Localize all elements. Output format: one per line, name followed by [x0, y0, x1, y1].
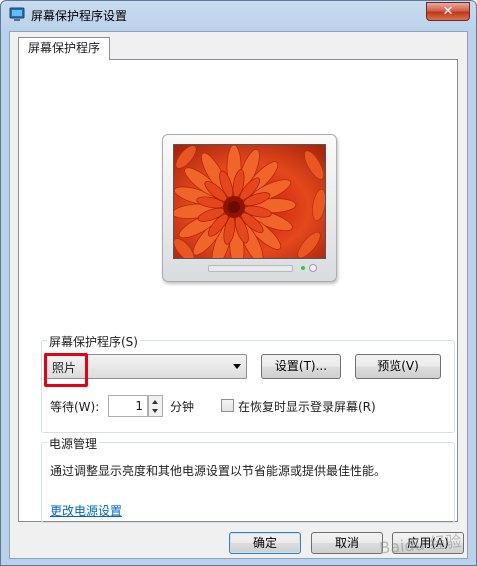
- wait-minutes-stepper[interactable]: [148, 395, 163, 417]
- wait-unit-label: 分钟: [170, 400, 195, 414]
- wait-label: 等待(W):: [50, 400, 100, 414]
- highlight-box: [44, 353, 88, 387]
- close-icon: ✕: [442, 4, 454, 19]
- wait-minutes-input[interactable]: 1: [108, 395, 148, 417]
- screensaver-group: 屏幕保护程序(S) 照片 设置(T)... 预览(V) 等待(W): 1 分钟 …: [41, 333, 455, 433]
- cancel-button[interactable]: 取消: [311, 532, 383, 554]
- monitor-preview: [162, 134, 337, 282]
- power-group: 电源管理 通过调整显示亮度和其他电源设置以节省能源或提供最佳性能。 更改电源设置: [41, 435, 455, 523]
- screensaver-monitor-icon: [9, 7, 25, 21]
- screensaver-settings-window: 屏幕保护程序设置 ✕ 屏幕保护程序 屏幕保护程序(S) 照片 设置(T)... …: [0, 0, 477, 566]
- change-power-settings-link[interactable]: 更改电源设置: [50, 502, 122, 519]
- power-button-icon: [309, 264, 317, 272]
- window-title: 屏幕保护程序设置: [31, 9, 128, 23]
- ok-button[interactable]: 确定: [229, 532, 301, 554]
- close-button[interactable]: ✕: [426, 2, 470, 21]
- screensaver-select[interactable]: 照片: [44, 353, 247, 387]
- flower-preview-image: [174, 145, 325, 258]
- power-group-label: 电源管理: [47, 435, 100, 452]
- resume-logon-checkbox[interactable]: [221, 399, 234, 412]
- monitor-base-bar: [208, 265, 293, 272]
- dialog-client-area: 屏幕保护程序 屏幕保护程序(S) 照片 设置(T)... 预览(V) 等待(W)…: [9, 31, 468, 559]
- tab-panel: 屏幕保护程序(S) 照片 设置(T)... 预览(V) 等待(W): 1 分钟 …: [18, 59, 458, 523]
- tab-screensaver[interactable]: 屏幕保护程序: [18, 37, 110, 60]
- title-bar: 屏幕保护程序设置 ✕: [1, 1, 476, 29]
- chevron-down-icon: [233, 364, 241, 369]
- preview-screen: [173, 144, 326, 259]
- power-led-icon: [301, 266, 305, 270]
- resume-logon-label: 在恢复时显示登录屏幕(R): [238, 400, 376, 414]
- screensaver-group-label: 屏幕保护程序(S): [47, 333, 140, 350]
- power-description: 通过调整显示亮度和其他电源设置以节省能源或提供最佳性能。: [50, 464, 387, 478]
- arrow-up-icon[interactable]: [152, 400, 158, 404]
- arrow-down-icon[interactable]: [152, 409, 158, 413]
- preview-button[interactable]: 预览(V): [355, 354, 441, 379]
- settings-button[interactable]: 设置(T)...: [261, 354, 341, 379]
